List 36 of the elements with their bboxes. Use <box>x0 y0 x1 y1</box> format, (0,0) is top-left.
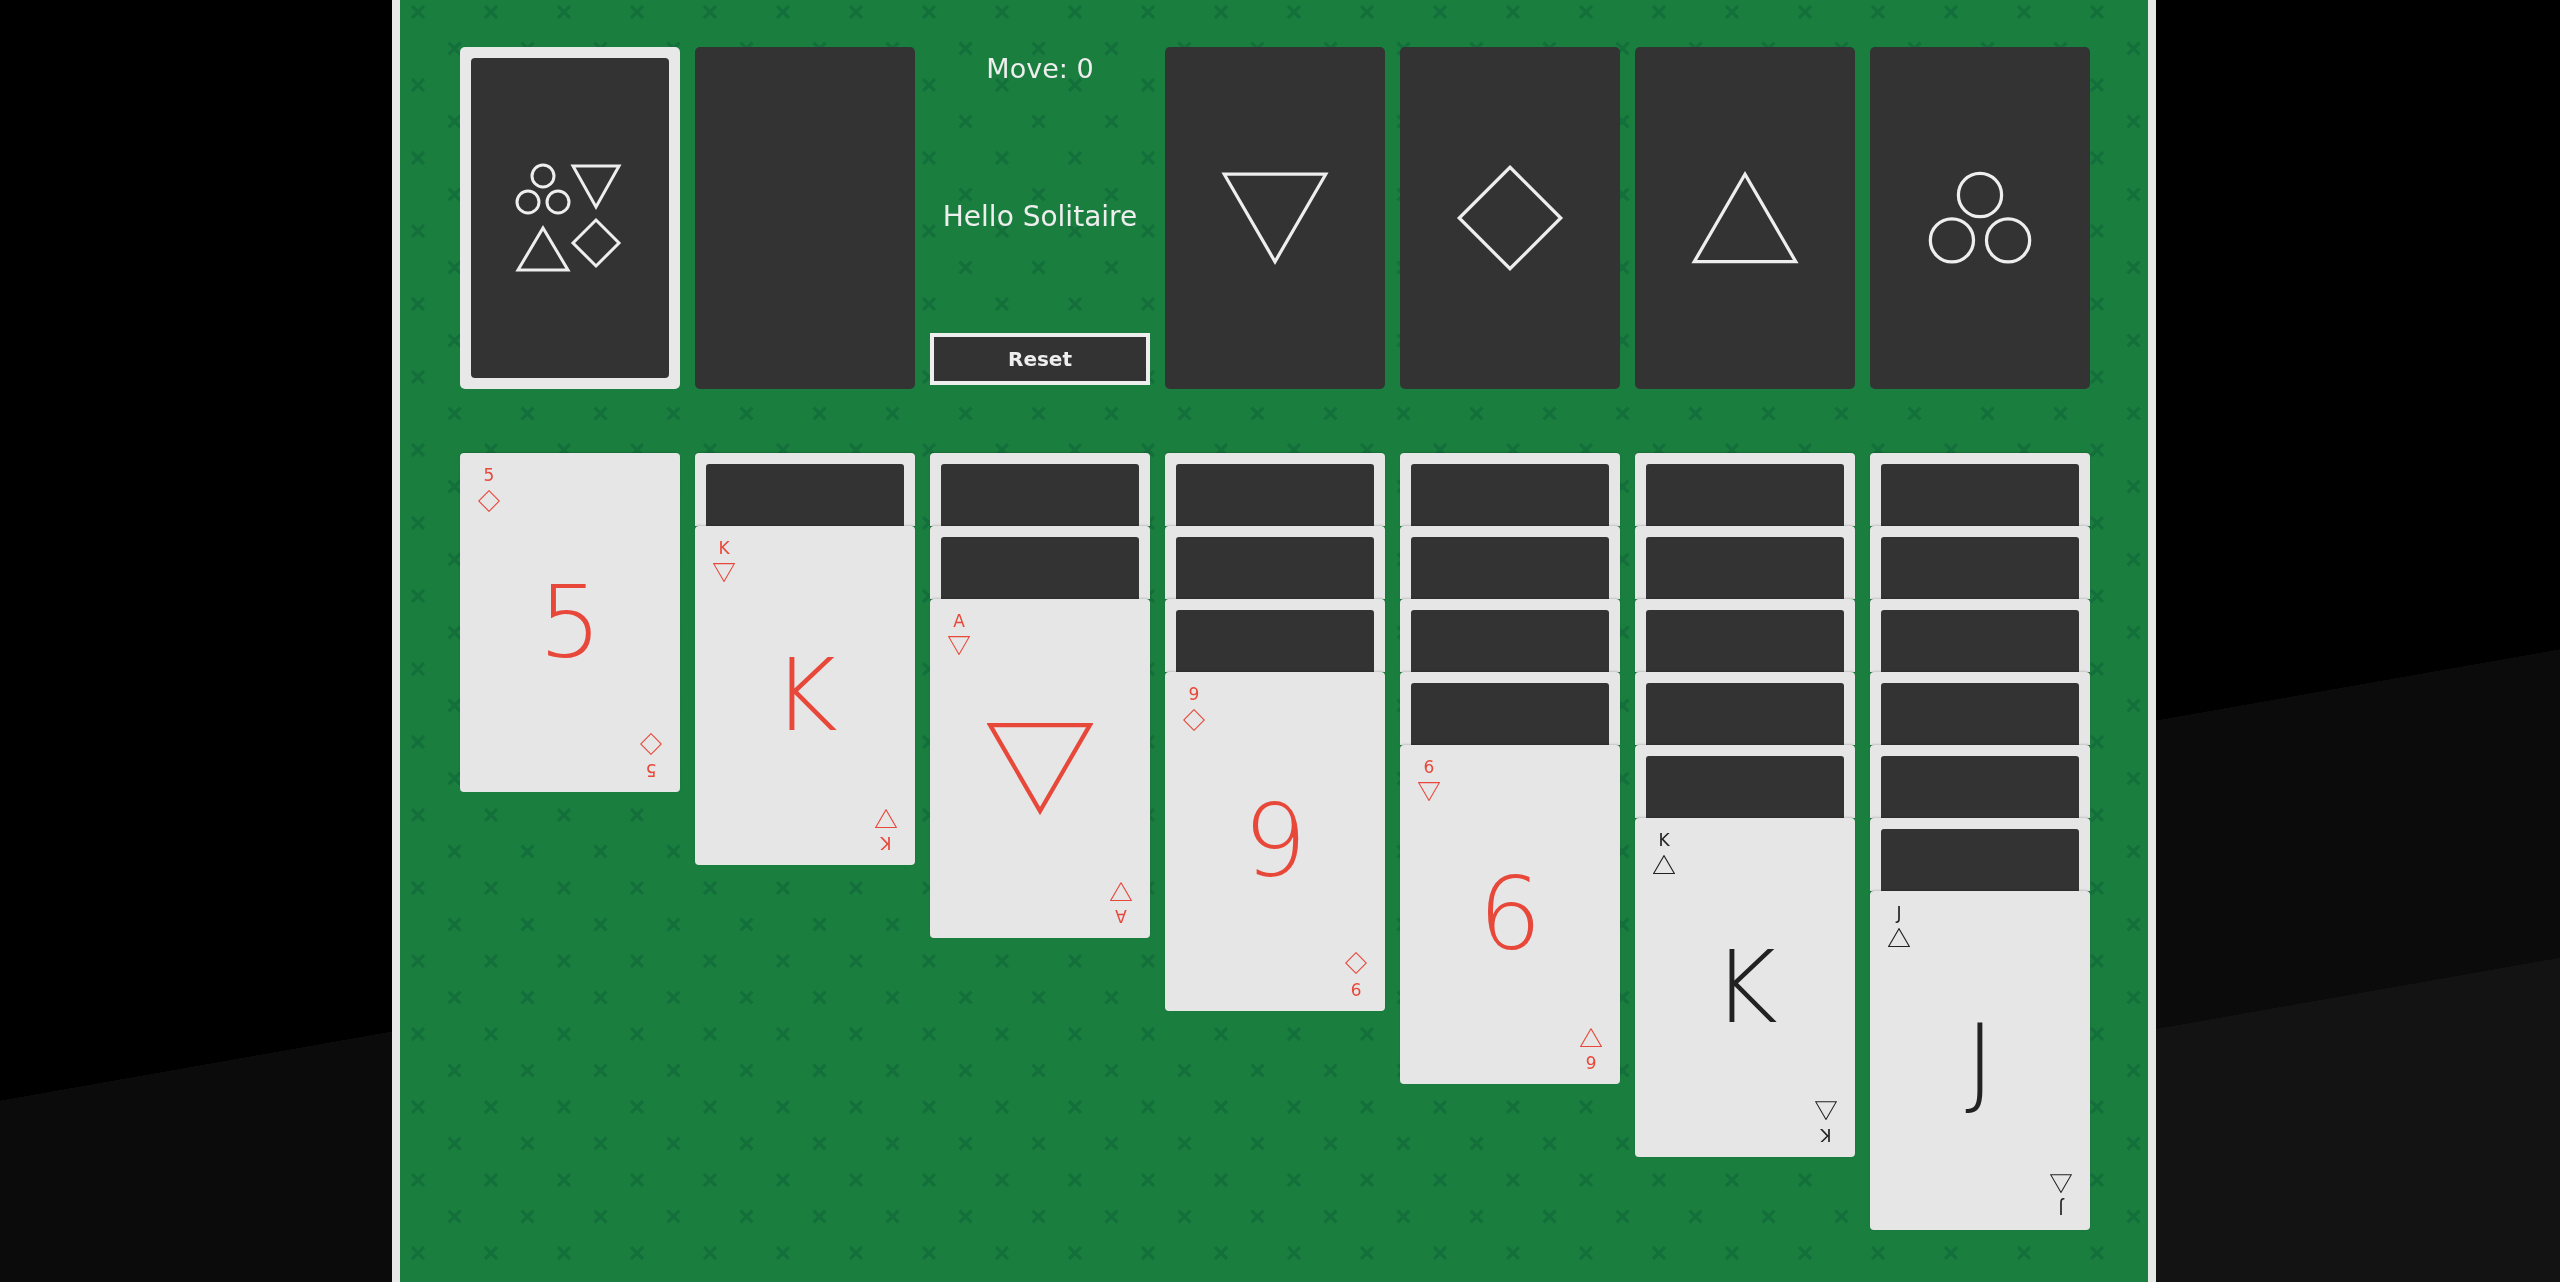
card-center-rank: K <box>772 645 838 746</box>
card-center-rank: 9 <box>1243 791 1307 892</box>
card-rank: K <box>1658 832 1670 849</box>
foundation-slot[interactable] <box>1165 47 1385 389</box>
card-center-rank: 6 <box>1478 864 1542 965</box>
playing-card[interactable]: J J J <box>1870 891 2090 1230</box>
card-rank: 9 <box>1350 980 1362 997</box>
foundation-slot[interactable] <box>1400 47 1620 389</box>
card-rank: 5 <box>645 761 657 778</box>
card-rank: K <box>1820 1126 1832 1143</box>
card-rank: 5 <box>483 467 495 484</box>
card-rank: K <box>718 540 730 557</box>
playing-card[interactable]: K K K <box>695 526 915 865</box>
card-center-rank: 5 <box>538 572 602 673</box>
foundation-slot[interactable] <box>1635 47 1855 389</box>
deck-card[interactable] <box>460 47 680 389</box>
reset-button[interactable]: Reset <box>930 333 1150 385</box>
card-rank: 6 <box>1423 759 1435 776</box>
card-rank: A <box>953 613 965 630</box>
card-rank: 9 <box>1188 686 1200 703</box>
move-counter: Move: 0 <box>986 53 1094 84</box>
empty-pile-slot[interactable] <box>695 47 915 389</box>
card-rank: J <box>2058 1199 2064 1216</box>
card-center-rank: K <box>1712 937 1778 1038</box>
playing-card[interactable]: K K K <box>1635 818 1855 1157</box>
card-rank: 6 <box>1585 1053 1597 1070</box>
card-rank: J <box>1896 905 1902 922</box>
playing-card[interactable]: A A <box>930 599 1150 938</box>
game-title: Hello Solitaire <box>942 200 1138 233</box>
card-rank: A <box>1115 907 1127 924</box>
playing-card[interactable]: 6 6 6 <box>1400 745 1620 1084</box>
foundation-slot[interactable] <box>1870 47 2090 389</box>
card-rank: K <box>880 834 892 851</box>
playing-card[interactable]: 9 9 9 <box>1165 672 1385 1011</box>
playing-card[interactable]: 5 5 5 <box>460 453 680 792</box>
card-center-rank: J <box>1965 1010 1995 1111</box>
